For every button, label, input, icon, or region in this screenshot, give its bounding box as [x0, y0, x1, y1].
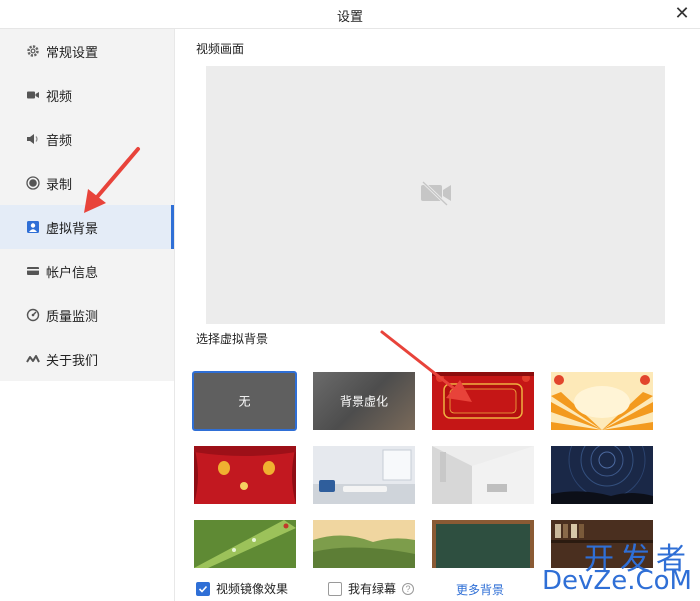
- background-none[interactable]: 无: [192, 371, 297, 431]
- title-bar: 设置 ✕: [0, 0, 700, 29]
- star-trails-image: [551, 446, 653, 504]
- sidebar-item-label: 帐户信息: [46, 264, 99, 280]
- help-icon[interactable]: ?: [402, 582, 415, 595]
- annotation-arrow-icon: [84, 147, 140, 213]
- camera-icon: [26, 88, 40, 102]
- thumb-label: 无: [238, 394, 251, 409]
- preview-label: 视频画面: [196, 42, 245, 56]
- camera-off-icon: [419, 180, 453, 211]
- sidebar-item-account[interactable]: 帐户信息: [0, 249, 174, 293]
- sidebar-item-video[interactable]: 视频: [0, 73, 174, 117]
- white-room-image: [432, 446, 534, 504]
- sidebar-item-label: 视频: [46, 88, 73, 104]
- mirror-checkbox[interactable]: 视频镜像效果: [196, 580, 288, 597]
- sidebar-item-label: 音频: [46, 132, 73, 148]
- greenscreen-checkbox[interactable]: 我有绿幕 ?: [328, 580, 415, 597]
- watermark-line2: DevZe.CoM: [542, 566, 692, 596]
- background-hills[interactable]: [313, 520, 415, 568]
- sidebar-item-label: 虚拟背景: [46, 220, 99, 236]
- divider: [174, 29, 175, 601]
- portrait-icon: [26, 220, 40, 234]
- watermark: 开发者 DevZe.CoM: [540, 534, 696, 598]
- sidebar-item-label: 关于我们: [46, 352, 99, 368]
- sunburst-image: [551, 372, 653, 430]
- background-white-room[interactable]: [432, 446, 534, 504]
- mirror-label: 视频镜像效果: [216, 582, 289, 596]
- gauge-icon: [26, 308, 40, 322]
- checkbox-icon: [328, 581, 342, 596]
- stage-lanterns-image: [194, 446, 296, 504]
- office-lounge-image: [313, 446, 415, 504]
- background-office-lounge[interactable]: [313, 446, 415, 504]
- chalkboard-image: [432, 520, 534, 568]
- checkmark-icon: [196, 581, 210, 596]
- sidebar-item-label: 常规设置: [46, 44, 99, 60]
- sidebar-item-label: 质量监测: [46, 308, 99, 324]
- logo-icon: [26, 352, 40, 366]
- hills-image: [313, 520, 415, 568]
- background-leaf-dew[interactable]: [194, 520, 296, 568]
- background-label: 选择虚拟背景: [196, 332, 269, 346]
- more-backgrounds-link[interactable]: 更多背景: [456, 581, 504, 598]
- annotation-arrow-icon: [380, 330, 472, 402]
- background-star-trails[interactable]: [551, 446, 653, 504]
- leaf-dew-image: [194, 520, 296, 568]
- sidebar-item-label: 录制: [46, 176, 73, 192]
- background-sunburst[interactable]: [551, 372, 653, 430]
- gear-icon: [26, 44, 40, 58]
- sidebar-item-general[interactable]: 常规设置: [0, 29, 174, 73]
- background-stage-lanterns[interactable]: [194, 446, 296, 504]
- speaker-icon: [26, 132, 40, 146]
- sidebar-item-quality[interactable]: 质量监测: [0, 293, 174, 337]
- greenscreen-label: 我有绿幕: [348, 582, 397, 596]
- sidebar-item-about[interactable]: 关于我们: [0, 337, 174, 381]
- sidebar-empty-area: [0, 381, 175, 601]
- close-icon[interactable]: ✕: [672, 3, 692, 23]
- video-preview: [206, 66, 665, 324]
- record-icon: [26, 176, 40, 190]
- background-chalkboard[interactable]: [432, 520, 534, 568]
- window-title: 设置: [336, 9, 363, 24]
- card-icon: [26, 264, 40, 278]
